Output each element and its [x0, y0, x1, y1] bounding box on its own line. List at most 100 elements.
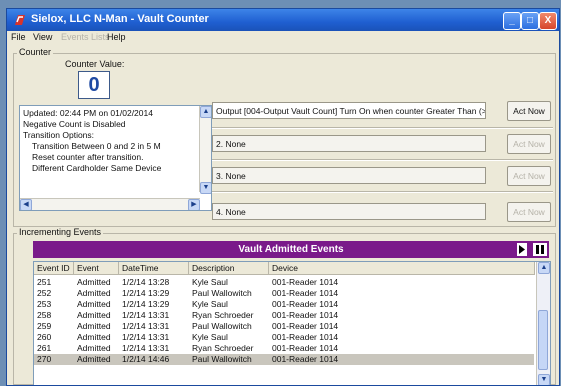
info-transition-between: Transition Between 0 and 2 in 5 M [32, 141, 161, 151]
output-4-field[interactable]: 4. None [212, 203, 486, 220]
table-cell-event-id: 253 [37, 299, 52, 309]
table-cell-event-id: 258 [37, 310, 52, 320]
table-cell-event-id: 252 [37, 288, 52, 298]
table-cell-device: 001-Reader 1014 [272, 299, 339, 309]
table-cell-device: 001-Reader 1014 [272, 332, 339, 342]
separator-2 [212, 159, 553, 161]
table-cell-description: Ryan Schroeder [192, 310, 254, 320]
table-cell-description: Kyle Saul [192, 299, 228, 309]
table-cell-event: Admitted [77, 354, 111, 364]
info-updated: Updated: 02:44 PM on 01/02/2014 [23, 108, 153, 118]
counter-value-display: 0 [78, 71, 110, 99]
scroll-left-icon[interactable]: ◀ [20, 199, 32, 210]
table-cell-datetime: 1/2/14 13:31 [122, 321, 170, 331]
separator-1 [212, 127, 553, 129]
scroll-right-icon[interactable]: ▶ [188, 199, 200, 210]
output-3-field[interactable]: 3. None [212, 167, 486, 184]
table-cell-event-id: 270 [37, 354, 52, 364]
table-row[interactable]: 253 Admitted 1/2/14 13:29 Kyle Saul 001-Read… [34, 299, 534, 310]
column-header-device[interactable]: Device [269, 262, 535, 275]
table-row[interactable]: 270 Admitted 1/2/14 14:46 Paul Wallowitch 00… [34, 354, 534, 365]
table-scroll-up-icon[interactable]: ▲ [538, 262, 550, 274]
table-cell-datetime: 1/2/14 13:28 [122, 277, 170, 287]
incrementing-events-label: Incrementing Events [17, 227, 104, 237]
act-now-button-3[interactable]: Act Now [507, 166, 551, 186]
output-1-field[interactable]: Output [004-Output Vault Count] Turn On … [212, 102, 486, 119]
app-logo-icon [15, 15, 25, 25]
info-negative-count: Negative Count is Disabled [23, 119, 126, 129]
close-button[interactable]: X [539, 12, 557, 30]
table-cell-event: Admitted [77, 277, 111, 287]
minimize-button[interactable]: _ [503, 12, 521, 30]
output-2-field[interactable]: 2. None [212, 135, 486, 152]
table-cell-event-id: 261 [37, 343, 52, 353]
table-cell-description: Ryan Schroeder [192, 343, 254, 353]
counter-value-label: Counter Value: [65, 59, 125, 69]
table-row[interactable]: 259 Admitted 1/2/14 13:31 Paul Wallowitch 00… [34, 321, 534, 332]
counter-group-label: Counter [17, 47, 54, 57]
table-vertical-scrollbar[interactable]: ▲ ▼ [536, 262, 550, 385]
scroll-up-icon[interactable]: ▲ [200, 106, 211, 118]
play-icon[interactable] [517, 243, 527, 256]
menu-bar: File View Events Lists Help [7, 31, 559, 45]
table-cell-event-id: 259 [37, 321, 52, 331]
maximize-button[interactable]: □ [521, 12, 539, 30]
table-cell-datetime: 1/2/14 13:31 [122, 343, 170, 353]
vault-admitted-events-header: Vault Admitted Events [33, 241, 549, 258]
column-header-event[interactable]: Event [74, 262, 119, 275]
title-bar[interactable]: Sielox, LLC N-Man - Vault Counter _ □ X [7, 9, 559, 31]
table-cell-event: Admitted [77, 332, 111, 342]
table-scroll-thumb[interactable] [538, 310, 548, 370]
table-cell-datetime: 1/2/14 13:31 [122, 310, 170, 320]
table-scroll-down-icon[interactable]: ▼ [538, 374, 550, 385]
menu-file[interactable]: File [11, 32, 26, 42]
counter-info-panel[interactable]: Updated: 02:44 PM on 01/02/2014 Negative… [19, 105, 212, 211]
menu-help[interactable]: Help [107, 32, 126, 42]
menu-view[interactable]: View [33, 32, 52, 42]
app-window: Sielox, LLC N-Man - Vault Counter _ □ X … [6, 8, 560, 386]
table-row[interactable]: 252 Admitted 1/2/14 13:29 Paul Wallowitch 00… [34, 288, 534, 299]
table-row[interactable]: 260 Admitted 1/2/14 13:31 Kyle Saul 001-Read… [34, 332, 534, 343]
vault-admitted-events-title: Vault Admitted Events [238, 244, 344, 255]
scroll-down-icon[interactable]: ▼ [200, 182, 211, 194]
separator-3 [212, 191, 553, 193]
table-cell-description: Paul Wallowitch [192, 288, 252, 298]
act-now-button-2[interactable]: Act Now [507, 134, 551, 154]
table-cell-description: Paul Wallowitch [192, 354, 252, 364]
info-transition-options: Transition Options: [23, 130, 95, 140]
table-cell-event: Admitted [77, 310, 111, 320]
table-cell-description: Kyle Saul [192, 277, 228, 287]
table-cell-event: Admitted [77, 288, 111, 298]
table-cell-device: 001-Reader 1014 [272, 343, 339, 353]
table-cell-event: Admitted [77, 343, 111, 353]
table-cell-device: 001-Reader 1014 [272, 321, 339, 331]
column-header-event-id[interactable]: Event ID [34, 262, 74, 275]
table-row[interactable]: 261 Admitted 1/2/14 13:31 Ryan Schroeder 001… [34, 343, 534, 354]
table-cell-device: 001-Reader 1014 [272, 288, 339, 298]
table-row[interactable]: 258 Admitted 1/2/14 13:31 Ryan Schroeder 001… [34, 310, 534, 321]
table-cell-datetime: 1/2/14 13:29 [122, 299, 170, 309]
info-horizontal-scrollbar[interactable]: ◀ ▶ [20, 198, 200, 210]
table-row[interactable]: 251 Admitted 1/2/14 13:28 Kyle Saul 001-Read… [34, 277, 534, 288]
table-cell-event-id: 260 [37, 332, 52, 342]
info-vertical-scrollbar[interactable]: ▲ ▼ [199, 106, 211, 194]
table-cell-device: 001-Reader 1014 [272, 354, 339, 364]
info-different-cardholder: Different Cardholder Same Device [32, 163, 162, 173]
info-reset-counter: Reset counter after transition. [32, 152, 144, 162]
column-header-datetime[interactable]: DateTime [119, 262, 189, 275]
act-now-button-4[interactable]: Act Now [507, 202, 551, 222]
menu-events-lists[interactable]: Events Lists [61, 32, 110, 42]
table-cell-description: Paul Wallowitch [192, 321, 252, 331]
events-table[interactable]: Event ID Event DateTime Description Devi… [33, 261, 551, 385]
window-title: Sielox, LLC N-Man - Vault Counter [31, 13, 209, 25]
pause-icon[interactable] [533, 243, 547, 256]
act-now-button-1[interactable]: Act Now [507, 101, 551, 121]
table-cell-event-id: 251 [37, 277, 52, 287]
table-cell-device: 001-Reader 1014 [272, 310, 339, 320]
table-cell-device: 001-Reader 1014 [272, 277, 339, 287]
table-cell-datetime: 1/2/14 13:31 [122, 332, 170, 342]
table-cell-datetime: 1/2/14 14:46 [122, 354, 170, 364]
table-cell-description: Kyle Saul [192, 332, 228, 342]
column-header-description[interactable]: Description [189, 262, 269, 275]
table-cell-event: Admitted [77, 299, 111, 309]
